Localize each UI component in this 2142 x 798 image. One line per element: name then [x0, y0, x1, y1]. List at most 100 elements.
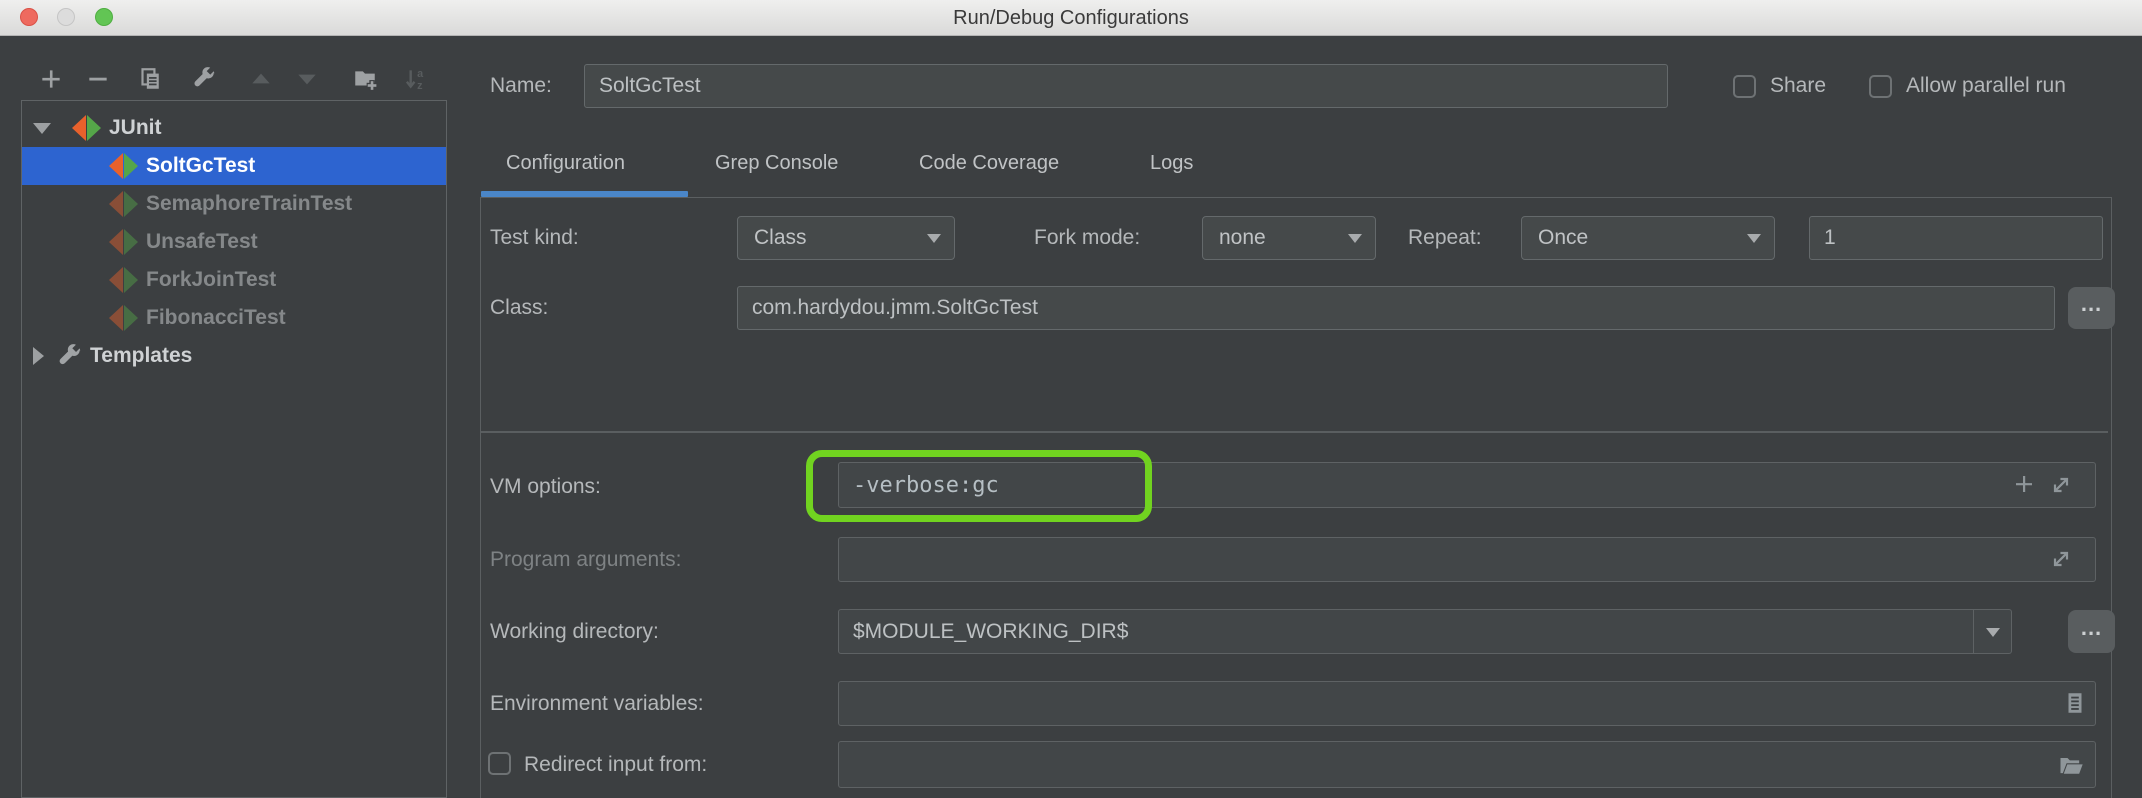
- name-input[interactable]: SoltGcTest: [584, 64, 1668, 108]
- test-kind-label: Test kind:: [490, 216, 579, 260]
- tree-item-semaphoretraintest[interactable]: SemaphoreTrainTest: [22, 185, 446, 223]
- sort-configurations-button[interactable]: a z: [400, 64, 430, 94]
- junit-icon: [109, 191, 138, 217]
- add-configuration-button[interactable]: [36, 64, 66, 94]
- chevron-right-icon[interactable]: [33, 347, 44, 365]
- tree-item-forkjointest[interactable]: ForkJoinTest: [22, 261, 446, 299]
- working-directory-browse-button[interactable]: ...: [2068, 610, 2115, 653]
- move-up-icon: [248, 66, 274, 92]
- vm-options-label: VM options:: [490, 465, 601, 509]
- tab-grep-console[interactable]: Grep Console: [715, 150, 838, 176]
- class-input[interactable]: com.hardydou.jmm.SoltGcTest: [737, 286, 2055, 330]
- copy-icon: [136, 66, 162, 92]
- class-value: com.hardydou.jmm.SoltGcTest: [752, 296, 1038, 320]
- test-kind-value: Class: [754, 226, 807, 250]
- vm-options-add-button[interactable]: [2008, 468, 2040, 500]
- class-browse-button[interactable]: ...: [2068, 287, 2115, 329]
- name-label: Name:: [490, 64, 552, 108]
- tree-item-label[interactable]: FibonacciTest: [146, 306, 286, 330]
- redirect-input-input[interactable]: [838, 741, 2096, 788]
- chevron-down-icon: [1747, 234, 1761, 243]
- vm-options-expand-button[interactable]: [2048, 472, 2074, 498]
- tree-group-label[interactable]: Templates: [90, 344, 192, 368]
- expand-icon: [2049, 473, 2073, 497]
- tree-item-label[interactable]: ForkJoinTest: [146, 268, 276, 292]
- tree-item-label[interactable]: SemaphoreTrainTest: [146, 192, 352, 216]
- program-arguments-label: Program arguments:: [490, 537, 681, 582]
- junit-icon: [109, 267, 138, 293]
- fork-mode-label: Fork mode:: [1034, 216, 1140, 260]
- environment-variables-label: Environment variables:: [490, 681, 704, 726]
- repeat-count-input[interactable]: 1: [1809, 216, 2103, 260]
- remove-icon: [85, 66, 111, 92]
- allow-parallel-run-checkbox[interactable]: [1869, 75, 1892, 98]
- remove-configuration-button[interactable]: [83, 64, 113, 94]
- name-value: SoltGcTest: [599, 74, 701, 98]
- new-folder-icon: [352, 66, 378, 92]
- sort-alphabetically-icon: a z: [402, 66, 428, 92]
- share-label[interactable]: Share: [1770, 64, 1826, 108]
- tree-group-label[interactable]: JUnit: [109, 116, 162, 140]
- move-down-icon: [294, 66, 320, 92]
- variables-list-icon: [2062, 690, 2088, 716]
- copy-configuration-button[interactable]: [134, 64, 164, 94]
- junit-icon: [109, 305, 138, 331]
- working-directory-label: Working directory:: [490, 609, 659, 654]
- titlebar: Run/Debug Configurations: [0, 0, 2142, 36]
- program-arguments-input[interactable]: [838, 537, 2096, 582]
- fork-mode-dropdown[interactable]: none: [1202, 216, 1376, 260]
- move-down-button[interactable]: [292, 64, 322, 94]
- fork-mode-value: none: [1219, 226, 1266, 250]
- svg-text:a: a: [417, 68, 424, 80]
- tree-item-label[interactable]: UnsafeTest: [146, 230, 258, 254]
- tree-group-junit[interactable]: JUnit: [22, 109, 446, 147]
- add-icon: [38, 66, 64, 92]
- repeat-label: Repeat:: [1408, 216, 1482, 260]
- tree-item-soltgctest[interactable]: SoltGcTest: [22, 147, 446, 185]
- edit-defaults-button[interactable]: [189, 64, 219, 94]
- edit-defaults-wrench-icon: [191, 66, 217, 92]
- test-kind-dropdown[interactable]: Class: [737, 216, 955, 260]
- redirect-input-browse-button[interactable]: [2056, 750, 2086, 780]
- tree-item-label[interactable]: SoltGcTest: [146, 154, 255, 178]
- chevron-down-icon: [1348, 234, 1362, 243]
- section-separator: [481, 431, 2108, 433]
- tree-item-fibonaccitest[interactable]: FibonacciTest: [22, 299, 446, 337]
- move-up-button[interactable]: [246, 64, 276, 94]
- class-label: Class:: [490, 286, 548, 330]
- redirect-input-checkbox[interactable]: [488, 752, 511, 775]
- junit-icon: [72, 115, 101, 141]
- repeat-dropdown[interactable]: Once: [1521, 216, 1775, 260]
- templates-wrench-icon: [56, 343, 83, 370]
- junit-icon: [109, 153, 138, 179]
- working-directory-dropdown-button[interactable]: [1973, 610, 2011, 653]
- new-folder-button[interactable]: [350, 64, 380, 94]
- working-directory-value: $MODULE_WORKING_DIR$: [853, 620, 1128, 644]
- expand-icon: [2049, 547, 2073, 571]
- junit-icon: [109, 229, 138, 255]
- environment-variables-edit-button[interactable]: [2060, 688, 2090, 718]
- share-checkbox[interactable]: [1733, 75, 1756, 98]
- window-title: Run/Debug Configurations: [0, 0, 2142, 36]
- working-directory-input[interactable]: $MODULE_WORKING_DIR$: [838, 609, 2012, 654]
- plus-icon: [2012, 472, 2036, 496]
- chevron-down-icon[interactable]: [33, 123, 51, 134]
- vm-options-value: -verbose:gc: [853, 473, 999, 498]
- vm-options-input[interactable]: -verbose:gc: [838, 462, 2096, 508]
- allow-parallel-run-label[interactable]: Allow parallel run: [1906, 64, 2066, 108]
- tab-configuration[interactable]: Configuration: [506, 150, 625, 176]
- tab-logs[interactable]: Logs: [1150, 150, 1193, 176]
- svg-text:z: z: [417, 80, 423, 92]
- configurations-tree: JUnit SoltGcTest SemaphoreTrainTest Unsa…: [21, 100, 447, 798]
- redirect-input-label: Redirect input from:: [524, 741, 707, 788]
- open-folder-icon: [2057, 751, 2085, 779]
- tree-item-unsafetest[interactable]: UnsafeTest: [22, 223, 446, 261]
- chevron-down-icon: [927, 234, 941, 243]
- environment-variables-input[interactable]: [838, 681, 2096, 726]
- repeat-count-value: 1: [1824, 226, 1836, 250]
- program-arguments-expand-button[interactable]: [2048, 546, 2074, 572]
- tab-code-coverage[interactable]: Code Coverage: [919, 150, 1059, 176]
- repeat-value: Once: [1538, 226, 1588, 250]
- tree-group-templates[interactable]: Templates: [22, 337, 446, 375]
- chevron-down-icon: [1986, 628, 2000, 637]
